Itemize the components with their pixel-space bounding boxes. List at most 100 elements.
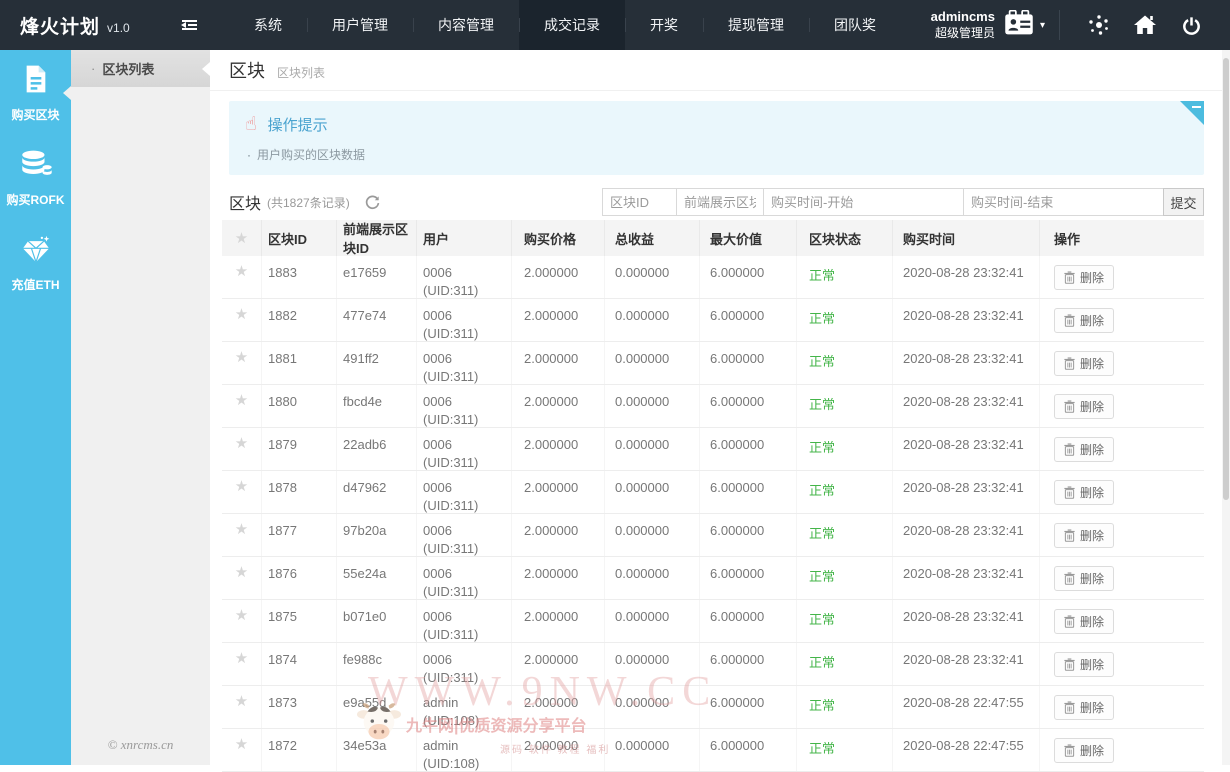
display-block-input[interactable] [676, 188, 764, 216]
max-value: 6.000000 [700, 686, 797, 728]
app-title: 烽火计划 [20, 12, 100, 39]
nav-item[interactable]: 提现管理 [703, 0, 809, 50]
status-badge: 正常 [809, 268, 835, 283]
trash-icon [1064, 572, 1075, 585]
delete-button[interactable]: 删除 [1054, 652, 1114, 677]
nav-item[interactable]: 用户管理 [307, 0, 413, 50]
favorite-star-icon[interactable]: ★ [235, 393, 248, 427]
id-card-icon [1004, 10, 1034, 40]
delete-button[interactable]: 删除 [1054, 394, 1114, 419]
user-uid: (UID:311) [423, 627, 511, 642]
favorite-star-icon[interactable]: ★ [235, 350, 248, 384]
delete-button[interactable]: 删除 [1054, 738, 1114, 763]
delete-button[interactable]: 删除 [1054, 609, 1114, 634]
delete-button[interactable]: 删除 [1054, 480, 1114, 505]
user-uid: (UID:311) [423, 541, 511, 556]
trash-icon [1064, 486, 1075, 499]
page-title: 区块 [229, 57, 265, 83]
buy-time: 2020-08-28 22:47:55 [893, 686, 1040, 728]
buy-price: 2.000000 [512, 643, 605, 685]
buy-time-start-input[interactable] [763, 188, 964, 216]
favorite-star-icon[interactable]: ★ [235, 651, 248, 685]
favorite-star-icon[interactable]: ★ [235, 694, 248, 728]
block-id-input[interactable] [602, 188, 677, 216]
total-profit: 0.000000 [605, 471, 700, 513]
favorite-star-icon[interactable]: ★ [235, 522, 248, 556]
buy-time: 2020-08-28 23:32:41 [893, 342, 1040, 384]
display-block-id: 477e74 [337, 299, 417, 341]
status-badge: 正常 [809, 569, 835, 584]
home-icon[interactable] [1133, 13, 1157, 37]
total-profit: 0.000000 [605, 385, 700, 427]
sidebar-item-buy-block[interactable]: 购买区块 [0, 50, 71, 135]
nav-item[interactable]: 团队奖 [809, 0, 901, 50]
favorite-star-icon[interactable]: ★ [235, 307, 248, 341]
nav-item[interactable]: 内容管理 [413, 0, 519, 50]
block-id: 1875 [262, 600, 337, 642]
block-id: 1882 [262, 299, 337, 341]
display-block-id: d47962 [337, 471, 417, 513]
sidebar-item-label: 充值ETH [11, 276, 59, 293]
tips-line: ·用户购买的区块数据 [245, 146, 1188, 163]
favorite-star-icon[interactable]: ★ [235, 436, 248, 470]
user-name: 0006 [423, 566, 511, 581]
trash-icon [1064, 314, 1075, 327]
submit-button[interactable]: 提交 [1163, 188, 1204, 216]
delete-button[interactable]: 删除 [1054, 265, 1114, 290]
table-body: ★ 1883 e17659 0006 (UID:311) 2.000000 0.… [222, 256, 1204, 772]
user-uid: (UID:311) [423, 369, 511, 384]
user-role: 超级管理员 [931, 26, 995, 41]
submenu-sidebar: · 区块列表 © xnrcms.cn [71, 50, 210, 765]
sidebar-item-buy-rofk[interactable]: 购买ROFK [0, 135, 71, 220]
user-uid: (UID:311) [423, 584, 511, 599]
nav-item[interactable]: 系统 [229, 0, 307, 50]
delete-button[interactable]: 删除 [1054, 437, 1114, 462]
favorite-star-icon[interactable]: ★ [235, 565, 248, 599]
star-header: ★ [222, 220, 262, 256]
table-header: ★ 区块ID 前端展示区块ID 用户 购买价格 总收益 最大价值 区块状态 购买… [222, 220, 1204, 256]
trash-icon [1064, 529, 1075, 542]
user-cell: 0006 (UID:311) [417, 256, 512, 298]
delete-button[interactable]: 删除 [1054, 566, 1114, 591]
navbar-right: admincms 超级管理员 ▾ [931, 0, 1230, 50]
block-table: ★ 区块ID 前端展示区块ID 用户 购买价格 总收益 最大价值 区块状态 购买… [222, 220, 1204, 772]
favorite-star-icon[interactable]: ★ [235, 608, 248, 642]
power-icon[interactable] [1179, 13, 1203, 37]
clear-cache-icon[interactable] [1087, 13, 1111, 37]
breadcrumb: 区块 区块列表 [210, 50, 1222, 91]
block-id: 1879 [262, 428, 337, 470]
status-badge: 正常 [809, 354, 835, 369]
buy-time: 2020-08-28 23:32:41 [893, 557, 1040, 599]
table-row: ★ 1878 d47962 0006 (UID:311) 2.000000 0.… [222, 471, 1204, 514]
trash-icon [1064, 271, 1075, 284]
delete-button[interactable]: 删除 [1054, 523, 1114, 548]
refresh-icon[interactable] [365, 195, 380, 210]
buy-price: 2.000000 [512, 557, 605, 599]
delete-button[interactable]: 删除 [1054, 308, 1114, 333]
delete-button[interactable]: 删除 [1054, 695, 1114, 720]
scrollbar-thumb[interactable] [1223, 58, 1229, 500]
buy-time-end-input[interactable] [963, 188, 1164, 216]
total-profit: 0.000000 [605, 600, 700, 642]
user-menu[interactable]: admincms 超级管理员 ▾ [931, 9, 1045, 40]
top-navbar: 烽火计划 v1.0 系统 用户管理 内容管理 成交记录 开奖 提现管理 团队奖 … [0, 0, 1230, 50]
trash-icon [1064, 701, 1075, 714]
collapse-toggle-icon[interactable] [1180, 101, 1204, 125]
user-name: 0006 [423, 394, 511, 409]
sidebar-item-recharge-eth[interactable]: 充值ETH [0, 220, 71, 305]
favorite-star-icon[interactable]: ★ [235, 264, 248, 298]
buy-time: 2020-08-28 23:32:41 [893, 600, 1040, 642]
submenu-item-block-list[interactable]: · 区块列表 [71, 50, 210, 87]
delete-button[interactable]: 删除 [1054, 351, 1114, 376]
favorite-star-icon[interactable]: ★ [235, 479, 248, 513]
buy-time: 2020-08-28 23:32:41 [893, 385, 1040, 427]
table-row: ★ 1883 e17659 0006 (UID:311) 2.000000 0.… [222, 256, 1204, 299]
favorite-star-icon[interactable]: ★ [235, 737, 248, 771]
col-block-id: 区块ID [262, 220, 337, 256]
nav-item[interactable]: 开奖 [625, 0, 703, 50]
sidebar-collapse-icon[interactable] [168, 0, 211, 50]
buy-price: 2.000000 [512, 342, 605, 384]
nav-item[interactable]: 成交记录 [519, 0, 625, 50]
filter-bar: 提交 [603, 188, 1204, 216]
buy-time: 2020-08-28 23:32:41 [893, 299, 1040, 341]
